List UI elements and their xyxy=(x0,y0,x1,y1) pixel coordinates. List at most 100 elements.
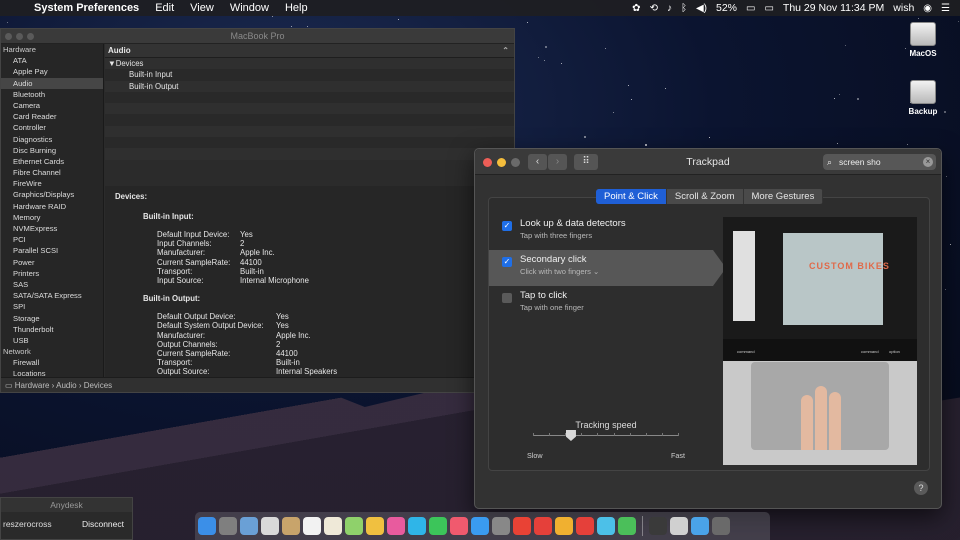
bluetooth-icon[interactable]: ᛒ xyxy=(681,3,687,14)
sidebar-category[interactable]: Network xyxy=(1,346,103,357)
table-row[interactable] xyxy=(105,91,514,104)
dock-app-icon[interactable] xyxy=(618,517,636,535)
dock-app-icon[interactable] xyxy=(450,517,468,535)
sidebar-item[interactable]: Printers xyxy=(1,268,103,279)
dock-app-icon[interactable] xyxy=(261,517,279,535)
user-name[interactable]: wish xyxy=(893,2,914,14)
option-checkbox[interactable]: ✓ xyxy=(502,257,512,267)
table-row[interactable] xyxy=(105,114,514,126)
close-button[interactable] xyxy=(5,33,12,40)
desktop-drive-backup[interactable]: Backup xyxy=(903,80,943,116)
dock-app-icon[interactable] xyxy=(219,517,237,535)
dock-app-icon[interactable] xyxy=(408,517,426,535)
display-icon[interactable]: ▭ xyxy=(764,3,773,14)
hardware-sidebar[interactable]: Hardware ATA Apple Pay Audio Bluetooth Camera… xyxy=(1,44,104,379)
disconnect-button[interactable]: Disconnect xyxy=(82,519,124,529)
sidebar-item[interactable]: Storage xyxy=(1,313,103,324)
menu-app-name[interactable]: System Preferences xyxy=(26,2,147,14)
volume-icon[interactable]: ◀) xyxy=(696,3,707,14)
sort-chevron-icon[interactable]: ⌃ xyxy=(502,44,509,58)
option-checkbox[interactable] xyxy=(502,293,512,303)
sidebar-item[interactable]: Card Reader xyxy=(1,111,103,122)
table-row[interactable] xyxy=(105,137,514,149)
sidebar-item[interactable]: SAS xyxy=(1,279,103,290)
option-subtitle[interactable]: Click with two fingers ⌄ xyxy=(520,267,713,276)
sidebar-item[interactable]: Hardware RAID xyxy=(1,201,103,212)
sidebar-item[interactable]: Memory xyxy=(1,212,103,223)
dock-app-icon[interactable] xyxy=(534,517,552,535)
gesture-option[interactable]: Tap to click Tap with one finger xyxy=(489,286,713,322)
sidebar-item[interactable]: Diagnostics xyxy=(1,134,103,145)
sidebar-item[interactable]: Fibre Channel xyxy=(1,167,103,178)
table-row[interactable] xyxy=(105,103,514,115)
sidebar-category[interactable]: Hardware xyxy=(1,44,103,55)
menu-list-icon[interactable]: ☰ xyxy=(941,3,950,14)
sidebar-item[interactable]: FireWire xyxy=(1,178,103,189)
slider-thumb[interactable] xyxy=(565,430,576,441)
tab-point-click[interactable]: Point & Click xyxy=(596,189,667,204)
minimize-button[interactable] xyxy=(16,33,23,40)
menu-edit[interactable]: Edit xyxy=(147,2,182,14)
siri-icon[interactable]: ◉ xyxy=(923,3,932,14)
dock-app-icon[interactable] xyxy=(324,517,342,535)
dock-app-icon[interactable] xyxy=(670,517,688,535)
sidebar-item[interactable]: SPI xyxy=(1,301,103,312)
tracking-speed-slider[interactable] xyxy=(533,430,679,441)
dock-app-icon[interactable] xyxy=(366,517,384,535)
sidebar-item[interactable]: Audio xyxy=(1,77,103,89)
table-row[interactable]: ▼Devices xyxy=(105,58,514,70)
search-field[interactable]: ⌕ screen sho × xyxy=(823,154,936,170)
dock-app-icon[interactable] xyxy=(691,517,709,535)
dock-app-icon[interactable] xyxy=(471,517,489,535)
sidebar-item[interactable]: Firewall xyxy=(1,357,103,368)
sidebar-item[interactable]: Apple Pay xyxy=(1,66,103,77)
clear-search-icon[interactable]: × xyxy=(923,157,933,167)
dock-app-icon[interactable] xyxy=(712,517,730,535)
help-button[interactable]: ? xyxy=(914,481,928,495)
dock-app-icon[interactable] xyxy=(303,517,321,535)
dock-app-icon[interactable] xyxy=(597,517,615,535)
dock-app-icon[interactable] xyxy=(492,517,510,535)
sidebar-item[interactable]: Thunderbolt xyxy=(1,324,103,335)
sidebar-item[interactable]: Power xyxy=(1,257,103,268)
sidebar-item[interactable]: NVMExpress xyxy=(1,223,103,234)
dock-app-icon[interactable] xyxy=(649,517,667,535)
dock-app-icon[interactable] xyxy=(282,517,300,535)
dock-app-icon[interactable] xyxy=(387,517,405,535)
gesture-option[interactable]: ✓ Secondary click Click with two fingers ⌄ xyxy=(489,250,726,286)
sidebar-item[interactable]: Parallel SCSI xyxy=(1,245,103,256)
tab-scroll-zoom[interactable]: Scroll & Zoom xyxy=(667,189,744,204)
desktop-drive-macos[interactable]: MacOS xyxy=(903,22,943,58)
menu-help[interactable]: Help xyxy=(277,2,316,14)
sidebar-item[interactable]: Bluetooth xyxy=(1,89,103,100)
bell-icon[interactable]: ♪ xyxy=(667,3,672,14)
sidebar-item[interactable]: Graphics/Displays xyxy=(1,189,103,200)
dock-app-icon[interactable] xyxy=(513,517,531,535)
sidebar-item[interactable]: ATA xyxy=(1,55,103,66)
sidebar-item[interactable]: Camera xyxy=(1,100,103,111)
dock-app-icon[interactable] xyxy=(345,517,363,535)
zoom-button[interactable] xyxy=(27,33,34,40)
dock-app-icon[interactable] xyxy=(555,517,573,535)
menu-clock[interactable]: Thu 29 Nov 11:34 PM xyxy=(783,2,884,14)
table-row[interactable] xyxy=(105,125,514,138)
window-titlebar[interactable]: MacBook Pro xyxy=(1,29,514,44)
dock-app-icon[interactable] xyxy=(198,517,216,535)
menu-window[interactable]: Window xyxy=(222,2,277,14)
time-machine-icon[interactable]: ⟲ xyxy=(650,3,658,14)
gesture-option[interactable]: ✓ Look up & data detectors Tap with three … xyxy=(489,214,713,250)
sidebar-item[interactable]: Disc Burning xyxy=(1,145,103,156)
sidebar-item[interactable]: Controller xyxy=(1,122,103,133)
option-checkbox[interactable]: ✓ xyxy=(502,221,512,231)
sidebar-item[interactable]: Ethernet Cards xyxy=(1,156,103,167)
status-app-icon[interactable]: ✿ xyxy=(632,3,640,14)
sidebar-item[interactable]: PCI xyxy=(1,234,103,245)
battery-percent[interactable]: 52% xyxy=(716,2,737,14)
table-row[interactable]: Built-in Output xyxy=(105,80,514,92)
sidebar-item[interactable]: SATA/SATA Express xyxy=(1,290,103,301)
dock-app-icon[interactable] xyxy=(576,517,594,535)
table-header[interactable]: Audio ⌃ xyxy=(105,44,514,58)
window-toolbar[interactable]: ‹ › ⠿ Trackpad ⌕ screen sho × xyxy=(475,149,941,175)
search-value[interactable]: screen sho xyxy=(839,157,881,167)
battery-icon[interactable]: ▭ xyxy=(746,3,755,14)
